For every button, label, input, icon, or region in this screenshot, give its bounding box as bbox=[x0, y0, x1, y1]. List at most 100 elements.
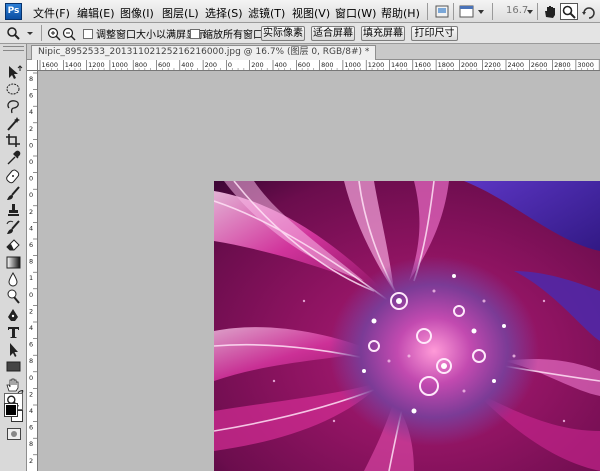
ruler-tick-label: 0 bbox=[29, 141, 33, 149]
menu-separator bbox=[427, 3, 428, 20]
menu-window[interactable]: 窗口(W) bbox=[335, 5, 376, 21]
brush-tool-icon[interactable] bbox=[4, 185, 23, 202]
ruler-tick-label: 6 bbox=[29, 92, 33, 100]
chevron-down-icon[interactable] bbox=[26, 25, 34, 42]
ruler-tick-label: 1200 bbox=[368, 61, 385, 69]
swap-colors-icon[interactable] bbox=[17, 389, 26, 398]
menu-file[interactable]: 文件(F) bbox=[33, 5, 70, 21]
lasso-tool-icon[interactable] bbox=[4, 98, 23, 115]
canvas-workspace[interactable] bbox=[38, 71, 600, 471]
path-selection-tool-icon[interactable] bbox=[4, 341, 23, 358]
ruler-tick-label: 1600 bbox=[42, 61, 59, 69]
ruler-origin[interactable] bbox=[27, 60, 38, 71]
vertical-ruler[interactable]: 864200002468102468024682 bbox=[27, 71, 38, 471]
type-tool-icon[interactable] bbox=[4, 324, 23, 341]
eyedropper-tool-icon[interactable] bbox=[4, 149, 23, 166]
gradient-tool-icon[interactable] bbox=[4, 254, 23, 271]
arrange-documents-icon[interactable] bbox=[458, 3, 488, 20]
ruler-tick-label: 4 bbox=[29, 324, 33, 332]
ruler-tick-label: 8 bbox=[29, 258, 33, 266]
ruler-tick-label: 0 bbox=[29, 175, 33, 183]
eraser-tool-icon[interactable] bbox=[4, 236, 23, 253]
actual-pixels-button[interactable]: 实际像素 bbox=[261, 26, 305, 41]
photoshop-logo: Ps bbox=[5, 3, 22, 20]
horizontal-ruler[interactable]: 1600 1400 1200 1000 800 600 400 200 0 200 400 600 80… bbox=[38, 60, 600, 71]
crop-tool-icon[interactable] bbox=[4, 132, 23, 149]
hand-icon[interactable] bbox=[541, 3, 559, 20]
menu-filter[interactable]: 滤镜(T) bbox=[248, 5, 285, 21]
ruler-tick-label: 200 bbox=[251, 61, 263, 69]
dodge-tool-icon[interactable] bbox=[4, 288, 23, 305]
history-brush-tool-icon[interactable] bbox=[4, 219, 23, 236]
ruler-tick-label: 0 bbox=[29, 374, 33, 382]
ruler-tick-label: 1400 bbox=[391, 61, 408, 69]
fill-screen-button[interactable]: 填充屏幕 bbox=[361, 26, 405, 41]
blur-tool-icon[interactable] bbox=[4, 271, 23, 288]
quick-mask-icon[interactable] bbox=[7, 428, 21, 440]
ruler-tick-label: 0 bbox=[228, 61, 232, 69]
move-tool-icon[interactable] bbox=[4, 64, 23, 81]
ruler-tick-label: 400 bbox=[275, 61, 287, 69]
print-size-button[interactable]: 打印尺寸 bbox=[411, 26, 458, 41]
ruler-tick-label: 2400 bbox=[508, 61, 525, 69]
bridge-icon[interactable] bbox=[433, 3, 451, 20]
zoom-level-readout[interactable]: 16.7 bbox=[506, 5, 528, 16]
zoom-icon[interactable] bbox=[560, 3, 578, 20]
chevron-down-icon[interactable] bbox=[526, 3, 534, 20]
ruler-tick-label: 2 bbox=[29, 125, 33, 133]
foreground-color-swatch[interactable] bbox=[4, 403, 18, 417]
zoom-all-windows-checkbox[interactable]: 缩放所有窗口 bbox=[190, 27, 263, 41]
ruler-tick-label: 4 bbox=[29, 224, 33, 232]
ruler-tick-label: 0 bbox=[29, 191, 33, 199]
default-colors-icon[interactable] bbox=[4, 389, 12, 397]
ruler-tick-label: 6 bbox=[29, 424, 33, 432]
ruler-tick-label: 2600 bbox=[531, 61, 548, 69]
menu-separator bbox=[453, 3, 454, 20]
ruler-tick-label: 2200 bbox=[484, 61, 501, 69]
magic-wand-tool-icon[interactable] bbox=[4, 115, 23, 132]
ruler-tick-label: 2 bbox=[29, 390, 33, 398]
healing-brush-tool-icon[interactable] bbox=[4, 168, 23, 185]
ruler-tick-label: 600 bbox=[298, 61, 310, 69]
menu-view[interactable]: 视图(V) bbox=[292, 5, 330, 21]
ruler-tick-label: 4 bbox=[29, 108, 33, 116]
ruler-tick-label: 1200 bbox=[88, 61, 105, 69]
ruler-tick-label: 800 bbox=[135, 61, 147, 69]
document-image[interactable] bbox=[214, 181, 600, 471]
marquee-tool-icon[interactable] bbox=[4, 81, 23, 98]
ruler-tick-label: 800 bbox=[321, 61, 333, 69]
ruler-tick-label: 2 bbox=[29, 208, 33, 216]
ruler-tick-label: 1000 bbox=[344, 61, 361, 69]
menu-separator bbox=[537, 3, 538, 20]
clone-stamp-tool-icon[interactable] bbox=[4, 202, 23, 219]
ruler-tick-label: 1600 bbox=[414, 61, 431, 69]
menu-image[interactable]: 图像(I) bbox=[120, 5, 154, 21]
ruler-tick-label: 3000 bbox=[577, 61, 594, 69]
document-tab[interactable]: Nipic_8952533_20131102125216216000.jpg @… bbox=[31, 45, 377, 60]
rotate-view-icon[interactable] bbox=[580, 3, 598, 20]
ruler-tick-label: 6 bbox=[29, 341, 33, 349]
panel-grip[interactable] bbox=[3, 46, 24, 51]
ruler-tick-label: 4 bbox=[29, 407, 33, 415]
pen-tool-icon[interactable] bbox=[4, 307, 23, 324]
ruler-tick-label: 2 bbox=[29, 307, 33, 315]
ruler-tick-label: 1800 bbox=[438, 61, 455, 69]
menu-help[interactable]: 帮助(H) bbox=[381, 5, 420, 21]
checkbox-box[interactable] bbox=[190, 28, 200, 39]
ruler-tick-label: 600 bbox=[158, 61, 170, 69]
menu-layer[interactable]: 图层(L) bbox=[162, 5, 199, 21]
zoom-tool-preset-icon[interactable] bbox=[5, 25, 23, 42]
options-separator bbox=[41, 25, 42, 41]
tools-panel bbox=[0, 44, 27, 471]
options-bar: 调整窗口大小以满屏显示 缩放所有窗口 实际像素 适合屏幕 填充屏幕 打印尺寸 bbox=[0, 23, 600, 44]
menu-separator bbox=[492, 3, 493, 20]
ruler-tick-label: 200 bbox=[205, 61, 217, 69]
resize-windows-checkbox[interactable]: 调整窗口大小以满屏显示 bbox=[83, 27, 206, 41]
checkbox-box[interactable] bbox=[83, 28, 93, 39]
zoom-out-icon[interactable] bbox=[62, 25, 76, 42]
fit-screen-button[interactable]: 适合屏幕 bbox=[311, 26, 355, 41]
rectangle-tool-icon[interactable] bbox=[4, 358, 23, 375]
menu-edit[interactable]: 编辑(E) bbox=[77, 5, 115, 21]
zoom-in-icon[interactable] bbox=[47, 25, 61, 42]
menu-select[interactable]: 选择(S) bbox=[205, 5, 243, 21]
